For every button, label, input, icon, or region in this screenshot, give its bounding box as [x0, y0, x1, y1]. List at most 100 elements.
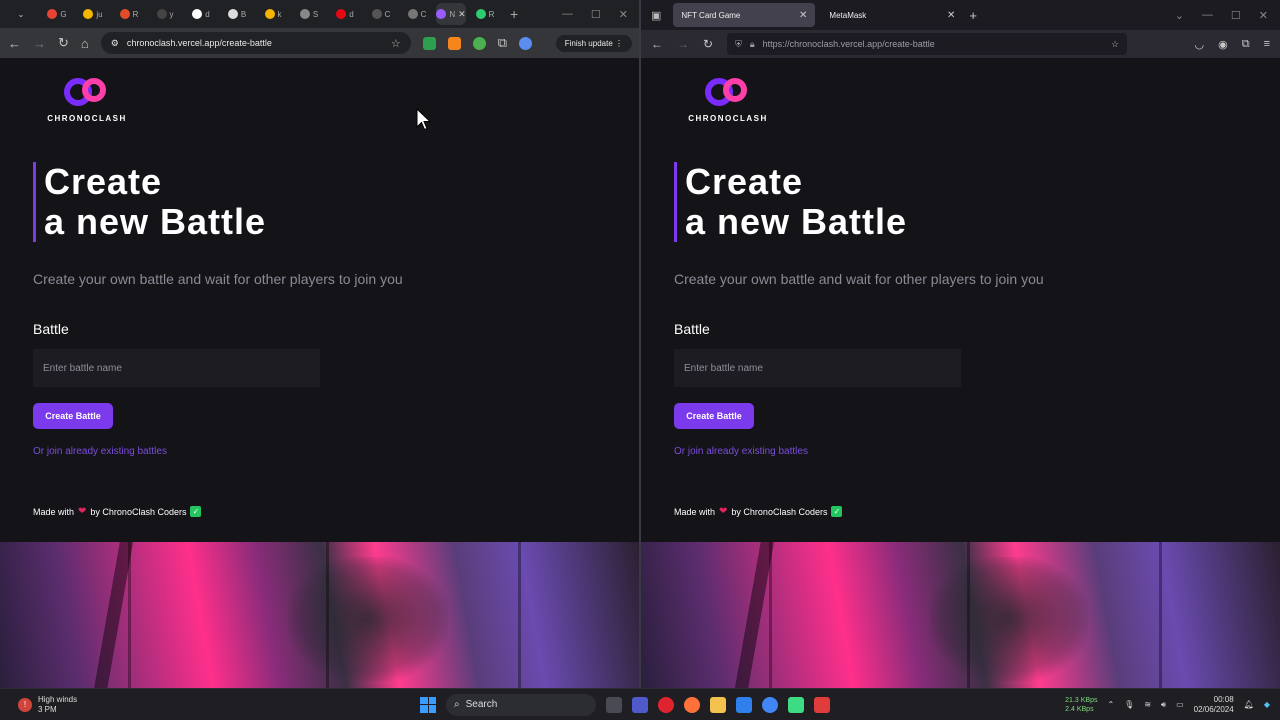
net-up: 21.3 KBps [1065, 696, 1098, 704]
teams-icon[interactable] [632, 696, 648, 713]
lock-icon[interactable]: 🔒︎ [750, 39, 755, 50]
create-battle-page: CHRONOCLASH Create a new Battle Create y… [0, 58, 640, 688]
tab-overview-icon[interactable]: ▣ [651, 9, 661, 22]
gmail-icon [47, 9, 58, 19]
address-bar[interactable]: ⚙ chronoclash.vercel.app/create-battle ☆ [100, 32, 411, 54]
volume-icon[interactable]: 🔊︎ [1161, 700, 1166, 710]
join-existing-battles-link[interactable]: Or join already existing battles [33, 446, 167, 457]
chrome-tab-active[interactable]: N ✕ [436, 3, 466, 25]
menu-icon[interactable]: ≡ [1264, 38, 1270, 51]
chrome-tab[interactable]: B [220, 3, 254, 25]
windows-taskbar: ! High winds 3 PM ⌕ Search 21.3 KBps 2.4… [0, 688, 1280, 720]
site-info-icon[interactable]: ⚙ [111, 38, 119, 49]
chrome-tab[interactable]: d [328, 3, 362, 25]
chevron-up-icon[interactable]: ⌃ [1107, 700, 1114, 709]
taskbar-search[interactable]: ⌕ Search [446, 693, 596, 716]
chrome-tab[interactable]: y [148, 3, 182, 25]
tab-search-icon[interactable]: ⌄ [4, 3, 38, 25]
chrome-tab[interactable]: R [112, 3, 146, 25]
battle-banner-image [0, 542, 640, 688]
chrome-icon[interactable] [762, 696, 778, 713]
close-tab-icon[interactable]: ✕ [458, 9, 466, 20]
account-icon[interactable]: ◉ [1218, 38, 1228, 51]
close-tab-icon[interactable]: ✕ [799, 10, 807, 21]
site-icon [371, 9, 382, 19]
weather-widget[interactable]: ! High winds 3 PM [0, 695, 420, 715]
microphone-icon[interactable]: 🎙︎ [1124, 700, 1134, 709]
shield-icon[interactable]: ⛨ [735, 39, 742, 50]
maximize-icon[interactable]: ☐ [591, 8, 601, 21]
maximize-icon[interactable]: ☐ [1231, 9, 1241, 22]
home-icon[interactable]: ⌂ [81, 36, 89, 51]
tab-label: C [384, 9, 391, 19]
firefox-icon[interactable] [684, 696, 700, 713]
recorder-icon[interactable] [814, 696, 830, 713]
app-icon[interactable] [788, 696, 804, 713]
chrome-tab[interactable]: C [400, 3, 434, 25]
forward-icon[interactable]: → [33, 36, 46, 51]
pocket-icon[interactable]: ◡ [1195, 38, 1205, 51]
new-tab-icon[interactable]: + [510, 6, 518, 22]
new-tab-icon[interactable]: + [969, 8, 977, 23]
list-tabs-icon[interactable]: ⌄ [1175, 9, 1184, 22]
firefox-window: ▣ NFT Card Game ✕ MetaMask ✕ + ⌄ — ☐ ✕ ←… [641, 0, 1280, 688]
chrome-tab[interactable]: k [256, 3, 290, 25]
back-icon[interactable]: ← [8, 36, 21, 51]
weather-line-2: 3 PM [38, 704, 57, 714]
address-bar[interactable]: ⛨ 🔒︎ https://chronoclash.vercel.app/crea… [727, 33, 1128, 55]
reload-icon[interactable]: ↻ [703, 37, 713, 51]
battle-name-input[interactable] [674, 349, 961, 387]
join-existing-battles-link[interactable]: Or join already existing battles [674, 446, 808, 457]
chrome-tab-strip: ⌄ G ju R y d B k S d C C N ✕ R + — ☐ ✕ [0, 0, 640, 28]
copilot-icon[interactable]: ◆ [1264, 700, 1270, 709]
tab-label: y [169, 9, 174, 19]
battery-icon[interactable]: ▭ [1176, 700, 1184, 709]
battle-name-input[interactable] [33, 349, 320, 387]
create-battle-button[interactable]: Create Battle [33, 403, 113, 429]
system-clock[interactable]: 00:08 02/06/2024 [1194, 695, 1234, 715]
windows-start-icon[interactable] [420, 696, 436, 713]
wifi-icon[interactable]: ≋ [1144, 700, 1151, 709]
chrome-tab[interactable]: C [364, 3, 398, 25]
forward-icon[interactable]: → [677, 37, 689, 51]
weather-alert-icon: ! [18, 697, 32, 712]
vscode-icon[interactable] [736, 696, 752, 713]
opera-icon[interactable] [658, 696, 674, 713]
back-icon[interactable]: ← [651, 37, 663, 51]
chrome-tab[interactable]: d [184, 3, 218, 25]
bookmark-star-icon[interactable]: ☆ [391, 37, 401, 50]
extensions-icon[interactable]: ⧉ [1242, 38, 1250, 51]
extension-icon[interactable] [422, 36, 436, 50]
tab-label: S [312, 9, 319, 19]
close-window-icon[interactable]: ✕ [1259, 9, 1268, 22]
extensions-puzzle-icon[interactable]: ⧉ [498, 35, 507, 51]
chronoclash-logo[interactable]: CHRONOCLASH [683, 78, 773, 123]
create-battle-button[interactable]: Create Battle [674, 403, 754, 429]
task-view-icon[interactable] [606, 696, 622, 713]
site-icon [227, 9, 238, 19]
firefox-tab[interactable]: MetaMask ✕ [821, 3, 963, 27]
chrome-tab[interactable]: ju [76, 3, 110, 25]
bookmark-star-icon[interactable]: ☆ [1111, 39, 1119, 50]
minimize-icon[interactable]: — [1202, 9, 1213, 22]
chronoclash-logo[interactable]: CHRONOCLASH [42, 78, 132, 123]
title-line-2: a new Battle [685, 201, 908, 242]
tab-label: G [60, 9, 67, 19]
metamask-icon[interactable] [447, 36, 461, 50]
extension-icon[interactable] [472, 36, 486, 50]
notification-bell-icon[interactable]: 🔔︎ [1244, 700, 1254, 709]
profile-icon[interactable] [519, 36, 533, 50]
reload-icon[interactable]: ↻ [58, 35, 69, 51]
firefox-tab-active[interactable]: NFT Card Game ✕ [673, 3, 816, 27]
chrome-tab[interactable]: G [40, 3, 74, 25]
taskbar-center: ⌕ Search [420, 693, 830, 716]
chrome-tab[interactable]: R [468, 3, 502, 25]
close-tab-icon[interactable]: ✕ [947, 10, 955, 21]
file-explorer-icon[interactable] [710, 696, 726, 713]
site-icon [299, 9, 310, 19]
minimize-icon[interactable]: — [562, 8, 573, 21]
finish-update-button[interactable]: Finish update ⋮ [555, 34, 632, 52]
chrome-tab[interactable]: S [292, 3, 326, 25]
address-text: https://chronoclash.vercel.app/create-ba… [762, 39, 935, 49]
close-window-icon[interactable]: ✕ [619, 8, 628, 21]
